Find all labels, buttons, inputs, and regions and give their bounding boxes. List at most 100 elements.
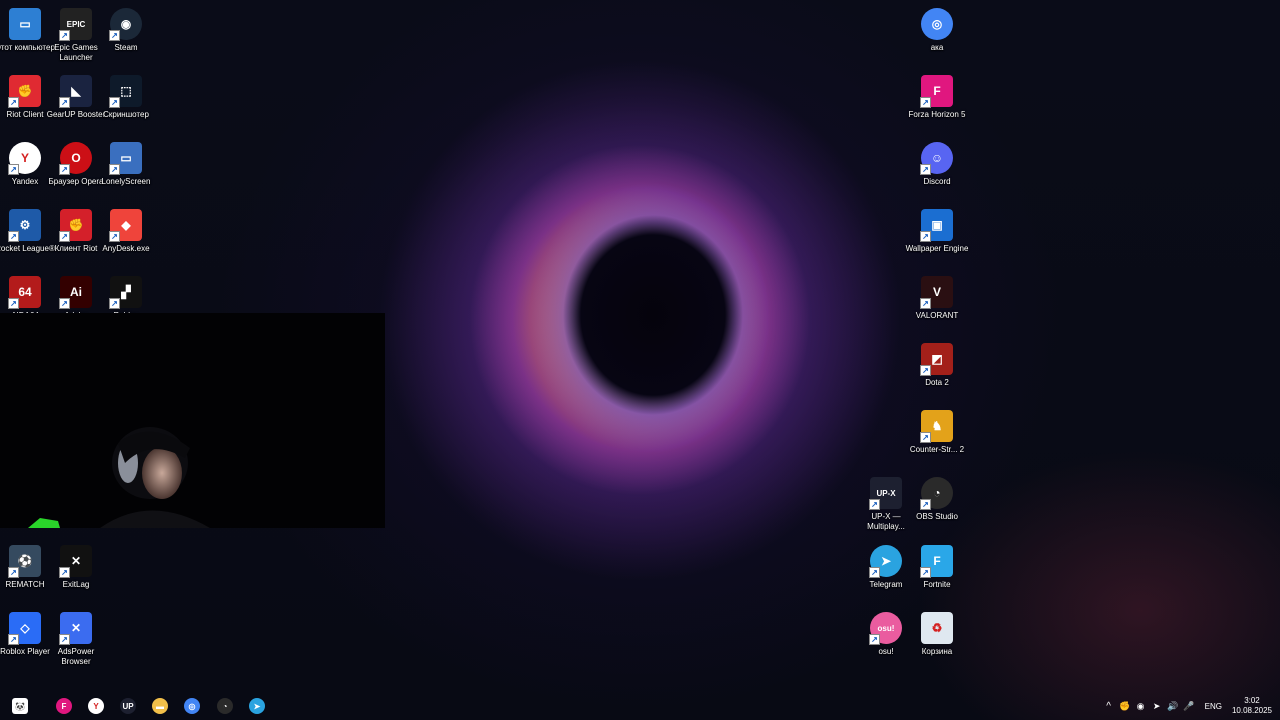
volume-icon[interactable]: 🔊 <box>1166 699 1180 713</box>
desktop-icon-right-0[interactable]: ◎ ака <box>904 8 970 53</box>
obs-icon: ◔ ↗ <box>920 477 953 510</box>
shortcut-arrow-icon: ↗ <box>8 164 19 175</box>
language-indicator[interactable]: ENG <box>1205 702 1222 711</box>
desktop-icon-left-16[interactable]: ✕ ↗ ExitLag <box>43 545 109 590</box>
clock-date: 10.08.2025 <box>1231 706 1272 715</box>
shortcut-arrow-icon: ↗ <box>59 298 70 309</box>
yandex-taskbar-icon[interactable]: Y <box>84 695 108 717</box>
desktop-icon-label: ExitLag <box>62 580 90 589</box>
desktop-icon-label: Discord <box>923 177 951 186</box>
shortcut-arrow-icon: ↗ <box>920 499 931 510</box>
desktop-icon-right-5[interactable]: ◩ ↗ Dota 2 <box>904 343 970 388</box>
shortcut-arrow-icon: ↗ <box>8 97 19 108</box>
desktop-icon-right-10[interactable]: F ↗ Fortnite <box>904 545 970 590</box>
desktop: ▭ Этот компьютер EPIC ↗ Epic Games Launcher ◉… <box>0 0 1280 720</box>
shortcut-arrow-icon: ↗ <box>109 231 120 242</box>
file-explorer-icon-glyph: ▬ <box>152 698 168 714</box>
steam-tray-icon[interactable]: ◉ <box>1134 699 1148 713</box>
desktop-icon-right-1[interactable]: F ↗ Forza Horizon 5 <box>904 75 970 120</box>
forza-taskbar-icon[interactable]: F <box>52 695 76 717</box>
telegram-tray-icon[interactable]: ➤ <box>1150 699 1164 713</box>
shortcut-arrow-icon: ↗ <box>920 432 931 443</box>
show-hidden-icons-chevron[interactable]: ^ <box>1102 699 1116 713</box>
desktop-icon-right-2[interactable]: ☺ ↗ Discord <box>904 142 970 187</box>
riot-tray-icon[interactable]: ✊ <box>1118 699 1132 713</box>
desktop-icon-left-18[interactable]: ✕ ↗ AdsPower Browser <box>43 612 109 667</box>
desktop-icon-right-3[interactable]: ▣ ↗ Wallpaper Engine <box>904 209 970 254</box>
webcam-person-image <box>28 427 210 528</box>
wallpaper-engine-icon: ▣ ↗ <box>920 209 953 242</box>
chrome-taskbar-icon[interactable]: ◎ <box>180 695 204 717</box>
epic-games-icon: EPIC ↗ <box>59 8 92 41</box>
desktop-icon-right-12[interactable]: ♻ Корзина <box>904 612 970 657</box>
rocket-league-icon: ⚙ ↗ <box>8 209 41 242</box>
opera-icon: O ↗ <box>59 142 92 175</box>
shortcut-arrow-icon: ↗ <box>59 30 70 41</box>
panda-start-icon[interactable]: 🐼 <box>8 695 32 717</box>
desktop-icon-label: AdsPower Browser <box>57 647 95 666</box>
desktop-icon-label: Steam <box>114 43 138 52</box>
desktop-icon-right-8[interactable]: ◔ ↗ OBS Studio <box>904 477 970 522</box>
discord-icon: ☺ ↗ <box>920 142 953 175</box>
desktop-icon-right-4[interactable]: V ↗ VALORANT <box>904 276 970 321</box>
shortcut-arrow-icon: ↗ <box>8 634 19 645</box>
clock[interactable]: 3:02 10.08.2025 <box>1232 696 1272 716</box>
system-tray: ^ ✊ ◉ ➤ 🔊 🎤 ENG 3:02 10.08.2025 <box>1101 692 1280 720</box>
shortcut-arrow-icon: ↗ <box>8 298 19 309</box>
gearup-icon: ◣ ↗ <box>59 75 92 108</box>
upx-taskbar-icon-glyph: UP <box>120 698 136 714</box>
counter-strike-icon: ♞ ↗ <box>920 410 953 443</box>
dota2-icon: ◩ ↗ <box>920 343 953 376</box>
forza-taskbar-icon-glyph: F <box>56 698 72 714</box>
valorant-icon: V ↗ <box>920 276 953 309</box>
desktop-icon-label: Скриншотер <box>103 110 149 119</box>
obs-taskbar-icon-glyph: ◔ <box>217 698 233 714</box>
shortcut-arrow-icon: ↗ <box>109 164 120 175</box>
roblox-icon: ▞ ↗ <box>109 276 142 309</box>
roblox-player-icon: ◇ ↗ <box>8 612 41 645</box>
desktop-icon-left-8[interactable]: ▭ ↗ LonelyScreen <box>93 142 159 187</box>
desktop-icon-left-5[interactable]: ⬚ ↗ Скриншотер <box>93 75 159 120</box>
computer-icon: ▭ <box>9 8 41 40</box>
obs-taskbar-icon[interactable]: ◔ <box>213 695 237 717</box>
shortcut-arrow-icon: ↗ <box>109 97 120 108</box>
shortcut-arrow-icon: ↗ <box>920 365 931 376</box>
shortcut-arrow-icon: ↗ <box>8 567 19 578</box>
shortcut-arrow-icon: ↗ <box>59 231 70 242</box>
shortcut-arrow-icon: ↗ <box>59 164 70 175</box>
recycle-bin-icon: ♻ <box>921 612 953 644</box>
desktop-icon-label: OBS Studio <box>916 512 958 521</box>
telegram-taskbar-icon-glyph: ➤ <box>249 698 265 714</box>
shortcut-arrow-icon: ↗ <box>8 231 19 242</box>
upx-icon: UP-X ↗ <box>869 477 902 510</box>
desktop-icon-left-11[interactable]: ◆ ↗ AnyDesk.exe <box>93 209 159 254</box>
clock-time: 3:02 <box>1244 696 1260 705</box>
yandex-taskbar-icon-glyph: Y <box>88 698 104 714</box>
shortcut-arrow-icon: ↗ <box>920 97 931 108</box>
desktop-icon-label: Dota 2 <box>925 378 949 387</box>
shortcut-arrow-icon: ↗ <box>869 567 880 578</box>
desktop-icon-label: Wallpaper Engine <box>905 244 969 253</box>
microphone-icon[interactable]: 🎤 <box>1182 699 1196 713</box>
rematch-icon: ⚽ ↗ <box>8 545 41 578</box>
desktop-icon-label: Counter-Str... 2 <box>909 445 965 454</box>
shortcut-arrow-icon: ↗ <box>869 499 880 510</box>
webcam-overlay <box>0 313 385 528</box>
telegram-taskbar-icon[interactable]: ➤ <box>245 695 269 717</box>
desktop-icon-left-2[interactable]: ◉ ↗ Steam <box>93 8 159 53</box>
chrome-icon: ◎ <box>921 8 953 40</box>
exitlag-icon: ✕ ↗ <box>59 545 92 578</box>
upx-taskbar-icon[interactable]: UP <box>116 695 140 717</box>
riot-client-icon: ✊ ↗ <box>59 209 92 242</box>
shortcut-arrow-icon: ↗ <box>59 634 70 645</box>
screenshot-tool-icon: ⬚ ↗ <box>109 75 142 108</box>
shortcut-arrow-icon: ↗ <box>920 567 931 578</box>
file-explorer-icon[interactable]: ▬ <box>148 695 172 717</box>
desktop-icon-label: VALORANT <box>915 311 959 320</box>
taskbar: 🐼 F Y UP ▬ ◎ ◔ ➤ ^ ✊ ◉ ➤ 🔊 🎤 ENG 3:02 10.08.2025 <box>0 692 1280 720</box>
shortcut-arrow-icon: ↗ <box>59 97 70 108</box>
osu-icon: osu! ↗ <box>869 612 902 645</box>
desktop-icon-right-6[interactable]: ♞ ↗ Counter-Str... 2 <box>904 410 970 455</box>
anydesk-icon: ◆ ↗ <box>109 209 142 242</box>
desktop-icon-label: ака <box>930 43 944 52</box>
